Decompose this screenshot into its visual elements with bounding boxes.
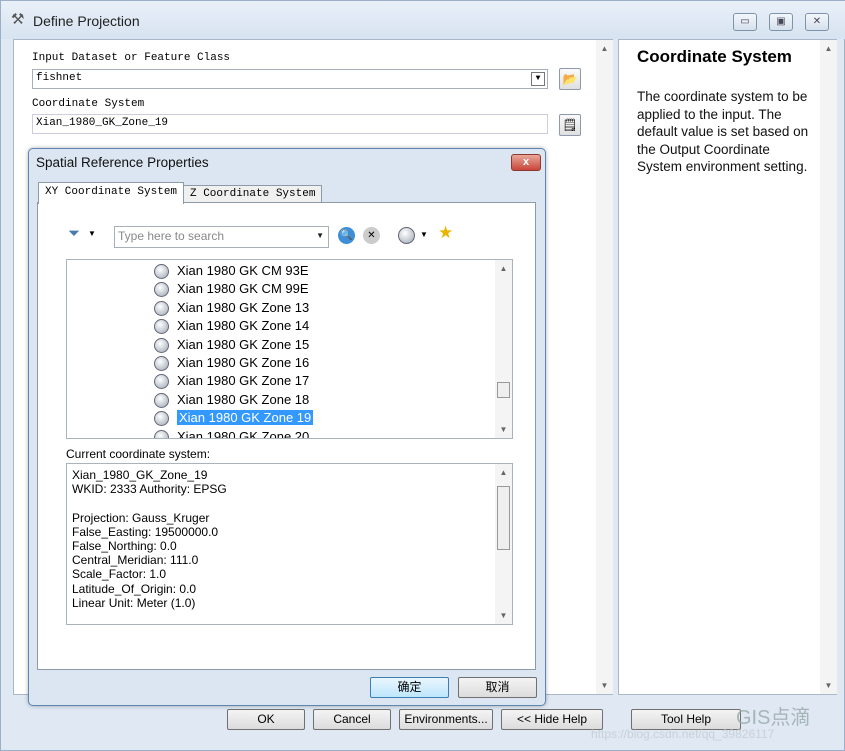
close-button[interactable]: ✕ [805, 13, 829, 31]
chevron-down-icon[interactable]: ▼ [531, 72, 545, 86]
tree-item-label: Xian 1980 GK CM 99E [177, 281, 309, 297]
coordinate-system-tree[interactable]: Xian 1980 GK CM 93E Xian 1980 GK CM 99E Xi… [66, 259, 513, 439]
help-title: Coordinate System [637, 47, 792, 66]
cancel-button[interactable]: Cancel [313, 709, 391, 730]
input-dataset-label: Input Dataset or Feature Class [32, 52, 231, 64]
browse-folder-button[interactable]: 📂 [559, 68, 581, 90]
current-coordinate-details[interactable]: Xian_1980_GK_Zone_19 WKID: 2333 Authority… [66, 463, 513, 625]
clear-search-icon[interactable]: ✕ [363, 227, 380, 244]
help-body: The coordinate system to be applied to t… [637, 89, 809, 174]
dialog-ok-button[interactable]: 确定 [370, 677, 449, 698]
watermark-brand: GIS点滴 [736, 707, 811, 729]
detail-line: False_Northing: 0.0 [72, 539, 177, 553]
globe-icon [154, 429, 169, 438]
coordinate-system-field[interactable]: Xian_1980_GK_Zone_19 [32, 114, 548, 134]
globe-icon [154, 411, 169, 427]
scrollbar-thumb[interactable] [497, 486, 510, 550]
details-scrollbar[interactable]: ▲ ▼ [495, 464, 512, 624]
detail-line: False_Easting: 19500000.0 [72, 524, 219, 539]
globe-icon [154, 374, 169, 390]
tree-item-label: Xian 1980 GK Zone 20 [177, 428, 310, 439]
detail-line: Linear Unit: Meter (1.0) [72, 595, 196, 610]
detail-line: Latitude_Of_Origin: 0.0 [72, 581, 197, 596]
title-bar: ⚒ Define Projection ▭ ▣ ✕ [1, 1, 845, 39]
current-coordinate-label: Current coordinate system: [66, 447, 211, 461]
tab-z-coordinate-system[interactable]: Z Coordinate System [183, 185, 323, 203]
tab-xy-coordinate-system[interactable]: XY Coordinate System [38, 182, 185, 204]
globe-icon [154, 282, 169, 298]
tree-item[interactable]: Xian 1980 GK Zone 20 [67, 428, 512, 439]
help-scrollbar[interactable]: ▲ ▼ [820, 40, 837, 694]
dialog-close-button[interactable]: x [511, 154, 541, 171]
globe-icon [154, 264, 169, 279]
detail-line [72, 496, 507, 510]
tree-item[interactable]: Xian 1980 GK CM 93E [67, 262, 512, 280]
tree-item-label: Xian 1980 GK Zone 15 [177, 336, 310, 352]
dialog-title: Spatial Reference Properties [36, 155, 209, 170]
detail-line: Central_Meridian: 111.0 [72, 553, 199, 568]
globe-icon [154, 337, 169, 353]
tree-item-label: Xian 1980 GK Zone 16 [177, 354, 310, 370]
coordinate-system-value: Xian_1980_GK_Zone_19 [36, 117, 169, 129]
environments-button[interactable]: Environments... [399, 709, 493, 730]
tree-item[interactable]: Xian 1980 GK Zone 19 [67, 409, 512, 427]
detail-line: Scale_Factor: 1.0 [72, 567, 167, 582]
hide-help-button[interactable]: << Hide Help [501, 709, 603, 730]
tree-item[interactable]: Xian 1980 GK Zone 13 [67, 299, 512, 317]
spatial-reference-dialog: Spatial Reference Properties x XY Coordi… [28, 148, 546, 706]
tree-item[interactable]: Xian 1980 GK Zone 15 [67, 336, 512, 354]
tree-item[interactable]: Xian 1980 GK Zone 14 [67, 317, 512, 335]
filter-icon[interactable]: ⏷ [68, 225, 80, 242]
tree-item-label: Xian 1980 GK CM 93E [177, 263, 309, 278]
scrollbar-thumb[interactable] [497, 382, 510, 398]
watermark-url: https://blog.csdn.net/qq_39826117 [591, 727, 775, 741]
detail-line: Xian_1980_GK_Zone_19 [72, 468, 208, 482]
window-title: Define Projection [33, 13, 140, 29]
search-input[interactable]: Type here to search ▼ [114, 226, 329, 248]
tree-item[interactable]: Xian 1980 GK Zone 18 [67, 391, 512, 409]
maximize-button[interactable]: ▣ [769, 13, 793, 31]
xy-tab-panel: ⏷ ▼ Type here to search ▼ 🔍 ✕ ▼ ★ Xian 19… [37, 202, 536, 670]
globe-icon[interactable] [398, 227, 415, 244]
dialog-cancel-button[interactable]: 取消 [458, 677, 537, 698]
globe-icon [154, 319, 169, 335]
tree-item[interactable]: Xian 1980 GK CM 99E [67, 280, 512, 298]
globe-icon [154, 392, 169, 408]
tree-item-label: Xian 1980 GK Zone 18 [177, 391, 310, 407]
tree-item-label: Xian 1980 GK Zone 14 [177, 318, 310, 334]
search-icon[interactable]: 🔍 [338, 227, 355, 244]
input-dataset-value: fishnet [36, 72, 83, 84]
chevron-down-icon[interactable]: ▼ [316, 231, 324, 240]
tree-item-label: Xian 1980 GK Zone 19 [177, 410, 314, 426]
globe-icon [154, 355, 169, 371]
globe-icon [154, 300, 169, 316]
tree-item-label: Xian 1980 GK Zone 13 [177, 299, 310, 315]
tree-item[interactable]: Xian 1980 GK Zone 17 [67, 372, 512, 390]
favorites-star-icon[interactable]: ★ [438, 223, 453, 243]
coordinate-system-label: Coordinate System [32, 98, 145, 110]
ok-button[interactable]: OK [227, 709, 305, 730]
detail-line: Projection: Gauss_Kruger [72, 510, 210, 525]
help-panel: Coordinate System The coordinate system … [618, 39, 837, 695]
left-scrollbar[interactable]: ▲ ▼ [596, 40, 613, 694]
chevron-down-icon[interactable]: ▼ [88, 229, 96, 238]
tree-item-label: Xian 1980 GK Zone 17 [177, 373, 310, 389]
detail-line: WKID: 2333 Authority: EPSG [72, 482, 227, 497]
chevron-down-icon[interactable]: ▼ [420, 230, 428, 239]
tree-item[interactable]: Xian 1980 GK Zone 16 [67, 354, 512, 372]
search-placeholder: Type here to search [118, 229, 225, 243]
hammer-icon: ⚒ [11, 11, 25, 28]
minimize-button[interactable]: ▭ [733, 13, 757, 31]
tree-scrollbar[interactable]: ▲ ▼ [495, 260, 512, 438]
input-dataset-combobox[interactable]: fishnet ▼ [32, 69, 548, 89]
spatial-reference-button[interactable]: 🗒 [559, 114, 581, 136]
